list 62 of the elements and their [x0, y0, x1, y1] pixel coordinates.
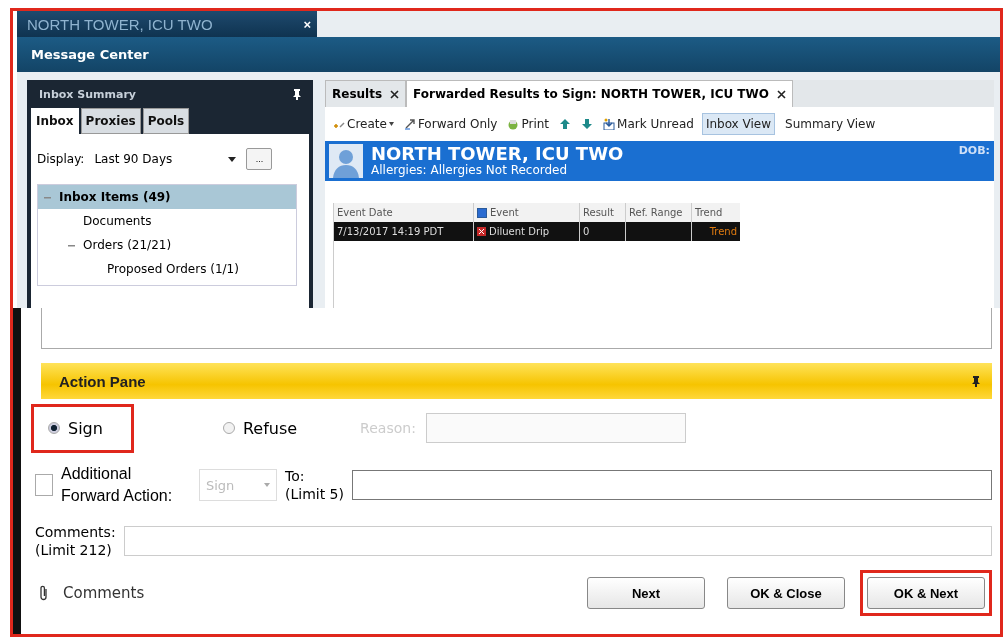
create-menu[interactable]: Create [331, 115, 396, 133]
tab[interactable]: Proxies [80, 108, 141, 134]
tab[interactable]: Pools [142, 108, 190, 134]
forward-icon [403, 118, 416, 130]
window-title: NORTH TOWER, ICU TWO [27, 15, 213, 33]
caret-icon [264, 483, 270, 487]
down-arrow-icon [581, 118, 594, 130]
table-cell: 7/13/2017 14:19 PDT [334, 222, 474, 241]
close-icon [777, 89, 786, 99]
table-cell: 0 [580, 222, 626, 241]
pane-title: Action Pane [59, 372, 146, 390]
dropdown-value: Last 90 Days [94, 152, 173, 166]
display-label: Display: [37, 152, 85, 166]
header-title: Message Center [31, 47, 149, 62]
pin-icon [972, 375, 980, 387]
action-button[interactable]: OK & Next [867, 577, 985, 609]
tree-item[interactable]: Orders (21/21) [38, 233, 296, 257]
table-cell: Diluent Drip [489, 226, 550, 237]
up-arrow-icon [559, 118, 572, 130]
comments-field[interactable] [123, 526, 992, 556]
tab[interactable]: Results [325, 80, 407, 107]
action-button[interactable]: Next [587, 577, 705, 609]
caret-icon [388, 122, 394, 126]
comments-label: Comments: [35, 524, 116, 540]
toolbar-button[interactable]: Forward Only [401, 115, 500, 133]
display-dropdown[interactable]: Last 90 Days [90, 149, 241, 169]
trend-link[interactable]: Trend [692, 222, 740, 241]
forward-label: Additional Forward Action: [61, 464, 174, 506]
flag-icon [477, 227, 486, 236]
mail-icon [603, 118, 616, 130]
printer-icon [507, 118, 520, 130]
to-label: To: [285, 468, 306, 484]
toolbar-button[interactable]: Print [505, 115, 552, 133]
paperclip-icon [39, 585, 49, 601]
radio-option[interactable]: Refuse [205, 403, 329, 453]
checkbox[interactable] [477, 207, 487, 218]
table-row[interactable]: 7/13/2017 14:19 PDT Diluent Drip 0 Trend [334, 222, 740, 241]
allergies-text: Allergies: Allergies Not Recorded [371, 163, 569, 177]
toolbar-button[interactable]: Mark Unread [601, 115, 696, 133]
tree-item[interactable]: Proposed Orders (1/1) [38, 257, 296, 281]
limit-text: (Limit 5) [285, 486, 344, 502]
close-button[interactable]: × [303, 16, 311, 32]
more-button[interactable]: ... [246, 148, 273, 170]
tree-item[interactable]: Inbox Items (49) [38, 185, 296, 209]
caret-icon [228, 156, 237, 162]
panel-title: Inbox Summary [39, 87, 136, 101]
tree-item[interactable]: Documents [38, 209, 296, 233]
attachment-button[interactable]: Comments [33, 583, 151, 603]
column-header[interactable]: Trend [692, 203, 740, 222]
action-button[interactable]: OK & Close [727, 577, 845, 609]
view-button[interactable]: Inbox View [701, 113, 775, 135]
to-field[interactable] [352, 470, 992, 500]
pin-icon [293, 88, 301, 100]
radio-option[interactable]: Sign [31, 403, 134, 453]
view-button[interactable]: Summary View [781, 113, 880, 135]
close-icon [390, 89, 400, 99]
limit-text: (Limit 212) [35, 542, 113, 558]
patient-name: NORTH TOWER, ICU TWO [371, 144, 625, 163]
dob-label: DOB: [958, 144, 990, 157]
tab[interactable]: Inbox [31, 108, 79, 134]
avatar-icon [329, 144, 363, 178]
tab[interactable]: Forwarded Results to Sign: NORTH TOWER, ICU TWO [406, 80, 793, 107]
